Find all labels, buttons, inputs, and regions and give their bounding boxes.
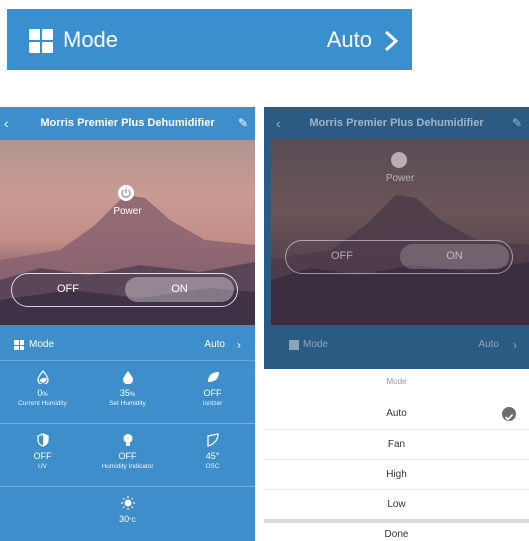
power-toggle[interactable]: OFF ON (11, 273, 238, 307)
mode-row[interactable]: Mode Auto › (0, 329, 255, 361)
chevron-right-icon: › (513, 338, 517, 352)
mode-banner-value: Auto (326, 27, 372, 52)
edit-icon[interactable]: ✎ (238, 107, 248, 140)
ionizer-cell[interactable]: OFF Ionizer (170, 362, 255, 424)
power-icon (121, 188, 131, 198)
toggle-on-option[interactable]: ON (400, 244, 509, 269)
grid-icon (14, 340, 24, 350)
set-humidity-unit: % (129, 392, 136, 398)
option-label: High (386, 469, 407, 480)
toggle-off-option[interactable]: OFF (286, 241, 398, 272)
status-row-2: OFF UV OFF Humidity Indicator 45° OSC (0, 425, 255, 487)
edit-icon[interactable]: ✎ (512, 107, 522, 140)
mode-value: Auto (478, 339, 499, 350)
shield-icon (37, 433, 49, 447)
humidity-indicator-label: Humidity Indicator (101, 463, 154, 470)
fan-angle-icon (207, 433, 219, 447)
toggle-off-option[interactable]: OFF (12, 274, 124, 305)
mode-label: Mode (303, 339, 329, 350)
toggle-on-option[interactable]: ON (125, 277, 234, 302)
temperature-unit: °C (129, 518, 136, 524)
set-humidity-label: Set Humidity (109, 400, 146, 407)
option-label: Auto (386, 408, 407, 419)
status-row-1: 0% Current Humidity 35% Set Humidity OFF… (0, 362, 255, 424)
checkmark-icon (502, 407, 516, 421)
mode-label: Mode (29, 339, 55, 350)
app-header: ‹ Morris Premier Plus Dehumidifier ✎ (0, 107, 255, 140)
humidity-indicator-cell[interactable]: OFF Humidity Indicator (85, 425, 170, 487)
option-label: Fan (387, 439, 406, 450)
osc-label: OSC (205, 463, 220, 470)
sheet-title: Mode (386, 377, 407, 386)
mode-banner-label: Mode (63, 27, 119, 52)
device-title: Morris Premier Plus Dehumidifier (309, 117, 484, 129)
humidity-indicator-value: OFF (118, 451, 137, 461)
chevron-right-icon: › (237, 338, 241, 352)
mode-option-low[interactable]: Low (264, 489, 529, 519)
grid-icon (29, 29, 53, 53)
ionizer-value: OFF (203, 388, 222, 398)
option-label: Low (387, 499, 406, 510)
mode-option-high[interactable]: High (264, 459, 529, 489)
back-chevron-icon[interactable]: ‹ (276, 107, 281, 140)
power-button[interactable] (118, 185, 134, 201)
mode-picker-sheet: Mode Auto Fan High Low Done (264, 369, 529, 541)
uv-value: OFF (33, 451, 52, 461)
mode-value: Auto (204, 339, 225, 350)
done-button[interactable]: Done (264, 523, 529, 541)
power-button[interactable] (391, 152, 407, 168)
ionizer-label: Ionizer (202, 400, 223, 407)
osc-cell[interactable]: 45° OSC (170, 425, 255, 487)
power-label: Power (113, 206, 142, 217)
set-humidity-cell[interactable]: 35% Set Humidity (85, 362, 170, 424)
water-drop-outline-icon (37, 370, 49, 384)
mode-row-dimmed: Mode Auto › (271, 329, 529, 361)
chevron-right-icon (384, 30, 399, 52)
sun-icon (121, 496, 135, 510)
bulb-icon (123, 434, 133, 446)
mode-option-fan[interactable]: Fan (264, 429, 529, 459)
hero-image: Power OFF ON (0, 140, 255, 325)
power-toggle[interactable]: OFF ON (285, 240, 513, 274)
set-humidity-value: 35 (119, 388, 130, 398)
leaf-icon (208, 372, 219, 382)
temperature-value: 30 (119, 514, 130, 524)
device-title: Morris Premier Plus Dehumidifier (40, 117, 215, 129)
back-chevron-icon[interactable]: ‹ (4, 107, 9, 140)
power-label: Power (385, 173, 415, 184)
uv-cell[interactable]: OFF UV (0, 425, 85, 487)
phone-screen-main: ‹ Morris Premier Plus Dehumidifier ✎ Pow… (0, 107, 255, 541)
mode-banner[interactable]: Mode Auto (7, 9, 412, 70)
mode-option-auto[interactable]: Auto (264, 399, 529, 429)
current-humidity-cell[interactable]: 0% Current Humidity (0, 362, 85, 424)
current-humidity-label: Current Humidity (18, 400, 67, 407)
app-header-dimmed: ‹ Morris Premier Plus Dehumidifier ✎ (264, 107, 529, 140)
status-row-3: 30°C (0, 488, 255, 541)
phone-screen-mode-picker: ‹ Morris Premier Plus Dehumidifier ✎ Pow… (264, 107, 529, 541)
water-drop-icon (123, 371, 133, 384)
uv-label: UV (37, 463, 48, 470)
grid-icon (289, 340, 299, 350)
current-humidity-unit: % (42, 392, 48, 398)
temperature-cell[interactable]: 30°C (85, 488, 170, 541)
osc-value: 45° (205, 451, 220, 461)
